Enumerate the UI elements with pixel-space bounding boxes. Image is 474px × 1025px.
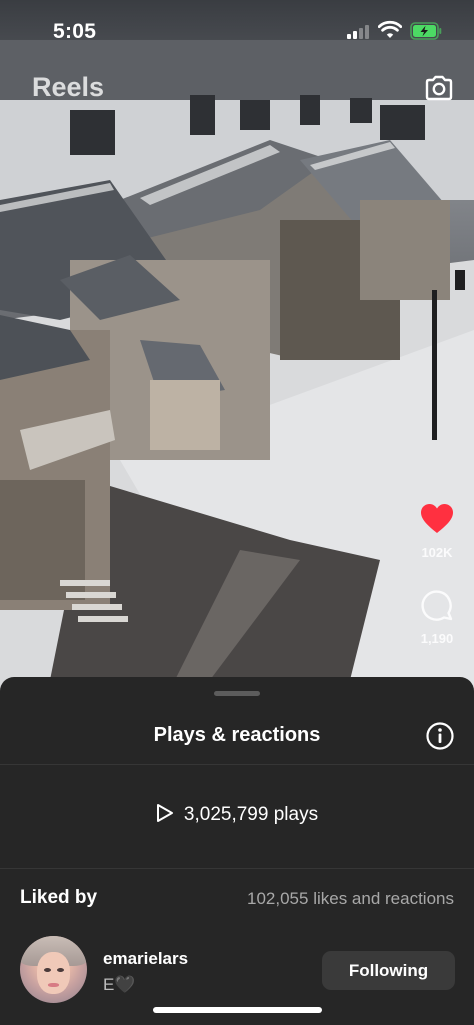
comment-bubble-icon[interactable]: [420, 588, 454, 622]
plays-reactions-sheet: Plays & reactions 3,025,799 plays Liked …: [0, 677, 474, 1025]
status-time: 5:05: [53, 20, 97, 43]
wifi-icon: [378, 20, 402, 38]
comment-count: 1,190: [420, 631, 454, 646]
reel-video-frame[interactable]: [0, 0, 474, 700]
sheet-grabber[interactable]: [214, 691, 260, 696]
full-name: E🖤: [103, 975, 136, 994]
username[interactable]: emarielars: [103, 949, 188, 969]
like-count: 102K: [421, 545, 453, 560]
following-button[interactable]: Following: [322, 951, 455, 990]
likes-reactions-count[interactable]: 102,055 likes and reactions: [247, 889, 454, 909]
heart-icon[interactable]: [419, 502, 455, 536]
cellular-signal-icon: [347, 24, 371, 39]
divider: [0, 868, 474, 869]
battery-charging-icon: [410, 22, 442, 40]
plays-count: 3,025,799 plays: [183, 804, 319, 825]
plays-count-row: 3,025,799 plays: [0, 803, 474, 826]
avatar[interactable]: [20, 936, 87, 1003]
status-bar: 5:05: [0, 0, 474, 62]
liked-by-label: Liked by: [20, 887, 98, 908]
home-indicator[interactable]: [153, 1007, 322, 1013]
camera-icon[interactable]: [423, 73, 455, 103]
divider: [0, 764, 474, 765]
play-icon: [156, 804, 173, 822]
page-title: Reels: [32, 72, 105, 102]
list-item[interactable]: emarielars E🖤 Following: [0, 935, 474, 1007]
sheet-title: Plays & reactions: [153, 724, 321, 746]
info-icon[interactable]: [425, 721, 455, 751]
